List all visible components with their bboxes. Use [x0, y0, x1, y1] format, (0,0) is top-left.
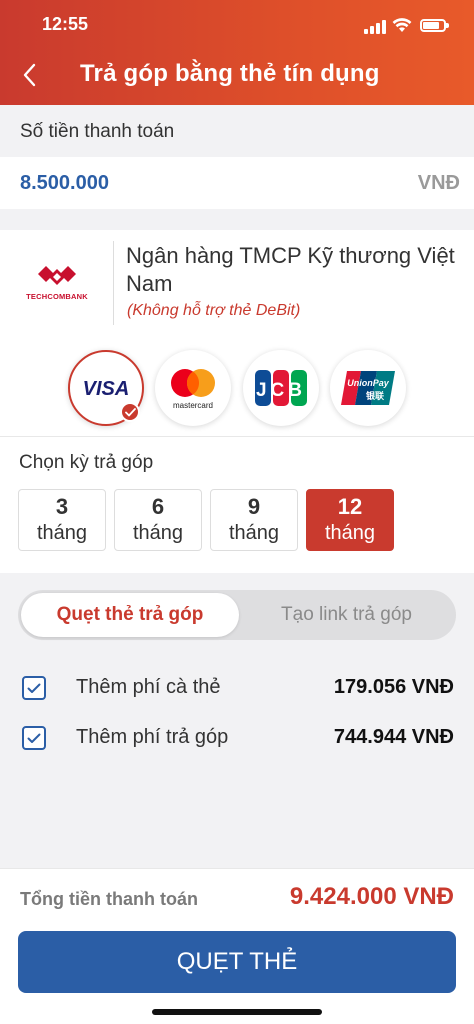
svg-text:VISA: VISA — [83, 378, 130, 399]
svg-text:银联: 银联 — [366, 390, 385, 402]
payment-amount-value[interactable]: 8.500.000 — [20, 172, 109, 195]
term-unit: tháng — [36, 522, 88, 544]
status-bar: 12:55 — [0, 12, 474, 40]
home-indicator[interactable] — [152, 1009, 322, 1015]
svg-text:JCB: JCB — [256, 380, 306, 401]
mastercard-logo-icon: mastercard — [171, 369, 215, 410]
bank-divider — [113, 241, 114, 325]
checkmark-icon — [27, 733, 41, 743]
app-header: 12:55 Trả góp bằng thẻ tín dụng — [0, 0, 474, 105]
total-label: Tổng tiền thanh toán — [20, 889, 198, 909]
installment-fee-label: Thêm phí trả góp — [76, 726, 229, 748]
bank-note: (Không hỗ trợ thẻ DeBit) — [127, 302, 301, 319]
term-number: 6 — [151, 494, 165, 519]
back-button[interactable] — [14, 58, 44, 92]
fee-row-installment-fee: Thêm phí trả góp 744.944 VNĐ — [0, 718, 474, 758]
status-time: 12:55 — [42, 14, 89, 34]
payment-mode-segmented-control: Quẹt thẻ trả góp Tạo link trả góp — [18, 590, 456, 640]
bank-logo-mark-icon — [38, 266, 76, 285]
term-number: 12 — [337, 494, 363, 519]
card-fee-value: 179.056 VNĐ — [333, 676, 454, 698]
payment-currency: VNĐ — [417, 172, 460, 194]
term-option-9[interactable]: 9 tháng — [210, 489, 298, 551]
svg-text:UnionPay: UnionPay — [347, 378, 390, 388]
term-option-6[interactable]: 6 tháng — [114, 489, 202, 551]
bank-logo-text: TECHCOMBANK — [26, 292, 88, 301]
card-brand-jcb[interactable]: JCB — [243, 350, 319, 426]
svg-text:mastercard: mastercard — [173, 401, 213, 410]
techcombank-logo: TECHCOMBANK — [20, 260, 94, 310]
card-fee-checkbox[interactable] — [22, 676, 46, 700]
card-section: TECHCOMBANK Ngân hàng TMCP Kỹ thương Việ… — [0, 230, 474, 573]
fee-row-card-fee: Thêm phí cà thẻ 179.056 VNĐ — [0, 668, 474, 708]
bottom-bar: Tổng tiền thanh toán 9.424.000 VNĐ QUẸT … — [0, 868, 474, 1024]
swipe-card-button[interactable]: QUẸT THẺ — [18, 931, 456, 993]
term-unit: tháng — [132, 522, 184, 544]
installment-fee-checkbox[interactable] — [22, 726, 46, 750]
card-brand-visa[interactable]: VISA — [68, 350, 144, 426]
term-unit: tháng — [228, 522, 280, 544]
payment-amount-label-row: Số tiền thanh toán — [0, 105, 474, 157]
jcb-logo-icon: JCB — [255, 370, 307, 406]
payment-amount-label: Số tiền thanh toán — [20, 121, 175, 142]
battery-icon — [420, 19, 449, 32]
tab-swipe-card-installment[interactable]: Quẹt thẻ trả góp — [21, 593, 239, 637]
payment-amount-row[interactable]: 8.500.000 VNĐ — [0, 157, 474, 209]
card-fee-label: Thêm phí cà thẻ — [76, 676, 221, 698]
section-divider — [0, 436, 474, 437]
term-unit: tháng — [324, 522, 376, 544]
term-option-3[interactable]: 3 tháng — [18, 489, 106, 551]
wifi-icon — [392, 18, 412, 32]
tab-create-installment-link[interactable]: Tạo link trả góp — [240, 593, 453, 637]
checkmark-icon — [27, 683, 41, 693]
term-number: 3 — [55, 494, 69, 519]
installment-fee-value: 744.944 VNĐ — [333, 726, 454, 748]
card-brand-mastercard[interactable]: mastercard — [155, 350, 231, 426]
card-brand-unionpay[interactable]: UnionPay 银联 — [330, 350, 406, 426]
chevron-left-icon — [23, 63, 36, 87]
visa-logo-icon: VISA — [83, 378, 130, 399]
term-label: Chọn kỳ trả góp — [19, 452, 154, 473]
bank-name: Ngân hàng TMCP Kỹ thương Việt Nam — [126, 243, 455, 296]
term-number: 9 — [247, 494, 261, 519]
cellular-signal-icon — [364, 20, 386, 34]
term-option-12[interactable]: 12 tháng — [306, 489, 394, 551]
page-title: Trả góp bằng thẻ tín dụng — [80, 60, 380, 87]
unionpay-logo-icon: UnionPay 银联 — [341, 371, 395, 405]
selected-check-icon — [120, 402, 140, 422]
total-value: 9.424.000 VNĐ — [289, 883, 454, 910]
